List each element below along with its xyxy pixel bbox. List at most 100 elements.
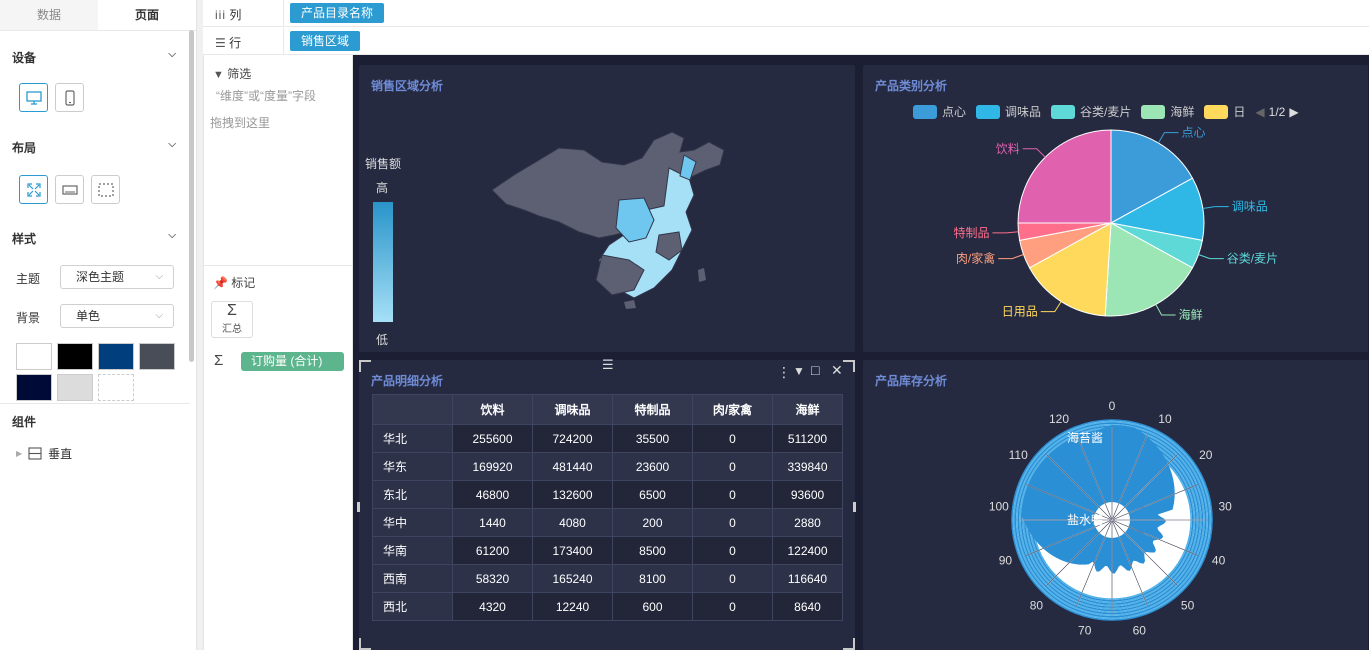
filter-title: ▼ 筛选 [213, 67, 252, 81]
table-cell: 116640 [772, 564, 843, 593]
table-cell: 0 [692, 508, 773, 537]
filter-hint-line1: “维度”或“度量”字段 [216, 89, 316, 103]
chevron-down-icon: ⌵ [155, 271, 163, 282]
resize-handle-left[interactable] [357, 502, 360, 512]
device-section-header[interactable]: 设备 ⌵ [12, 49, 180, 66]
table-cell: 200 [612, 508, 693, 537]
sigma-icon: Σ [227, 302, 237, 319]
map-card[interactable]: 销售区域分析 销售额 高 低 [359, 65, 855, 352]
map-card-title: 销售区域分析 [371, 79, 444, 93]
pie-label-line [998, 254, 1024, 260]
table-cell: 1440 [452, 508, 533, 537]
row-header: 华北 [372, 424, 453, 453]
divider [0, 403, 190, 404]
columns-shelf: iii 列 产品目录名称 [203, 0, 1369, 27]
china-map[interactable] [484, 120, 739, 310]
layout-free-button[interactable] [91, 175, 120, 204]
map-legend-title: 销售额 [365, 157, 402, 171]
table-row: 华北 255600 724200 35500 0 511200 [372, 424, 843, 453]
layout-fit-button[interactable] [19, 175, 48, 204]
fit-width-icon [61, 184, 78, 195]
table-row: 西北 4320 12240 600 0 8640 [372, 592, 843, 621]
table-cell: 122400 [772, 536, 843, 565]
column-header[interactable]: 肉/家禽 [692, 394, 773, 425]
swatch-custom[interactable] [98, 374, 134, 401]
background-select[interactable]: 单色 ⌵ [60, 304, 174, 328]
theme-select[interactable]: 深色主题 ⌵ [60, 265, 174, 289]
tab-page[interactable]: 页面 [98, 0, 196, 30]
pie-label: 特制品 [953, 225, 989, 240]
pie-card[interactable]: 产品类别分析 点心 调味品 谷类/麦片 海鲜 日 ◀ 1/2 ▶ 点心 调味品 谷类… [863, 65, 1368, 352]
shelf-separator [283, 28, 284, 55]
polar-tick-label: 100 [989, 499, 1009, 513]
swatch-navy[interactable] [16, 374, 52, 401]
mobile-device-button[interactable] [55, 83, 84, 112]
swatch-blue[interactable] [98, 343, 134, 370]
pie-chart[interactable]: 点心调味品谷类/麦片海鲜 日用品 肉/家禽 特制品 饮料 [863, 65, 1368, 352]
column-header[interactable]: 饮料 [452, 394, 533, 425]
map-legend-high: 高 [376, 181, 389, 195]
swatch-lightgray[interactable] [57, 374, 93, 401]
style-section-title: 样式 [12, 232, 37, 246]
panel-tabs: 数据 页面 [0, 0, 196, 31]
maximize-icon[interactable]: □ [811, 362, 819, 378]
measure-pill[interactable]: 订购量 (合计) [241, 352, 344, 371]
table-cell: 0 [692, 564, 773, 593]
columns-field-pill[interactable]: 产品目录名称 [290, 3, 385, 23]
table-cell: 339840 [772, 452, 843, 481]
polar-annotation: 盐水鸭 [1067, 513, 1103, 527]
drag-handle-icon[interactable]: ☰ [602, 357, 614, 373]
swatch-white[interactable] [16, 343, 52, 370]
pie-label-line [1198, 254, 1224, 260]
columns-icon: iii [215, 8, 226, 22]
table-cell: 4080 [532, 508, 613, 537]
map-legend-gradient[interactable] [373, 202, 393, 322]
column-header[interactable]: 海鲜 [772, 394, 843, 425]
rows-icon: ☰ [215, 36, 226, 50]
table-cell: 35500 [612, 424, 693, 453]
polar-tick-label: 110 [1009, 448, 1028, 462]
polar-card[interactable]: 产品库存分析 0 10 20 30 40 50 60 70 80 90 100 110 120 海苔酱 盐水… [863, 360, 1368, 650]
polar-tick-label: 80 [1030, 598, 1044, 612]
pie-slice[interactable] [1017, 129, 1112, 224]
map-island-hainan [624, 300, 636, 309]
resize-corner[interactable] [359, 360, 371, 372]
resize-handle-right[interactable] [853, 502, 856, 512]
table-row: 西南 58320 165240 8100 0 116640 [372, 564, 843, 593]
style-section-header[interactable]: 样式 ⌵ [12, 230, 180, 247]
resize-corner[interactable] [843, 360, 855, 372]
polar-tick-label: 120 [1049, 412, 1069, 426]
vertical-layout-icon [28, 447, 42, 460]
components-section-header: 组件 [12, 413, 180, 430]
aggregate-button[interactable]: Σ 汇总 [211, 301, 253, 338]
map-island-taiwan [698, 268, 706, 282]
theme-label: 主题 [16, 272, 41, 286]
polar-tick-label: 0 [1109, 399, 1116, 413]
tab-data[interactable]: 数据 [0, 0, 98, 30]
pie-label-line [1155, 304, 1176, 316]
layout-width-button[interactable] [55, 175, 84, 204]
resize-corner[interactable] [359, 638, 371, 650]
more-icon[interactable]: ⋮ [777, 364, 791, 381]
table-cell: 0 [692, 592, 773, 621]
marks-title: 📌 标记 [213, 276, 256, 290]
resize-corner[interactable] [843, 638, 855, 650]
component-vertical[interactable]: ▶ 垂直 [16, 445, 72, 462]
table-cell: 0 [692, 480, 773, 509]
column-header[interactable]: 特制品 [612, 394, 693, 425]
column-header[interactable]: 调味品 [532, 394, 613, 425]
chevron-down-icon: ⌵ [168, 49, 176, 60]
field-panel: ▼ 筛选 “维度”或“度量”字段 拖拽到这里 📌 标记 Σ 汇总 Σ 订购量 (… [203, 55, 353, 650]
filter-icon[interactable]: ▼ [793, 364, 805, 378]
close-icon[interactable]: ✕ [831, 362, 843, 379]
rows-shelf-label: ☰ 行 [215, 36, 242, 50]
rows-field-pill[interactable]: 销售区域 [290, 31, 361, 51]
panel-scrollbar[interactable] [189, 30, 194, 362]
desktop-device-button[interactable] [19, 83, 48, 112]
swatch-black[interactable] [57, 343, 93, 370]
polar-chart[interactable]: 0 10 20 30 40 50 60 70 80 90 100 110 120 海苔酱盐水鸭 [863, 360, 1368, 650]
layout-section-header[interactable]: 布局 ⌵ [12, 139, 180, 156]
pie-label: 日用品 [1002, 305, 1038, 319]
swatch-gray[interactable] [139, 343, 175, 370]
polar-tick-label: 70 [1078, 624, 1092, 638]
